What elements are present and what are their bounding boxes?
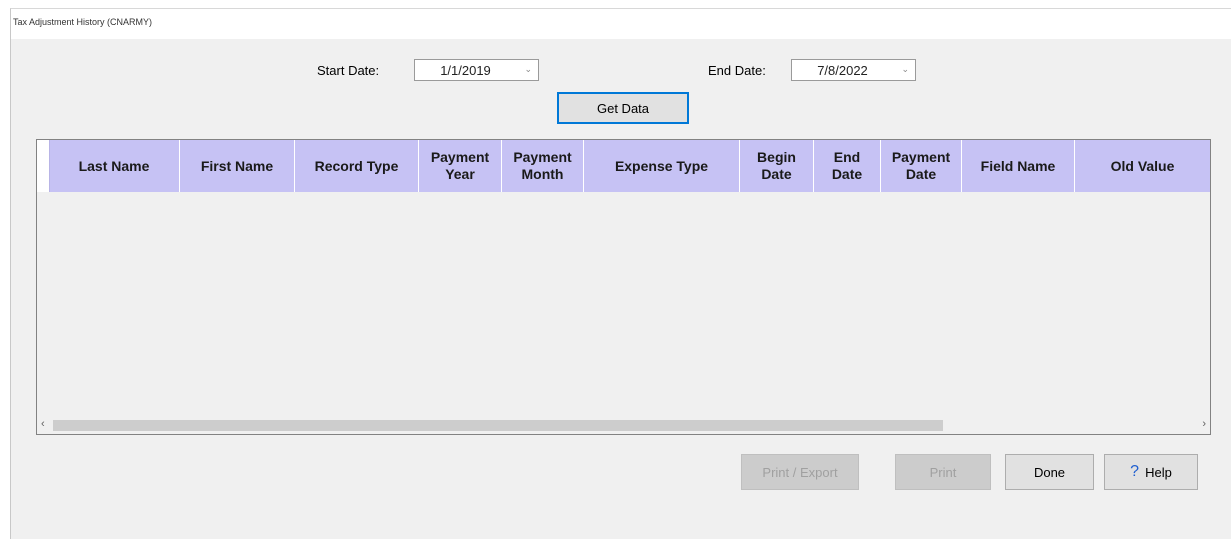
tax-adjustment-history-window: Tax Adjustment History (CNARMY) Start Da…	[10, 8, 1231, 539]
column-header[interactable]: Old Value	[1075, 140, 1210, 192]
column-header[interactable]: Payment Year	[419, 140, 502, 192]
start-date-value: 1/1/2019	[440, 63, 491, 78]
print-export-button[interactable]: Print / Export	[741, 454, 859, 490]
column-header[interactable]: End Date	[814, 140, 881, 192]
chevron-down-icon[interactable]: ⌄	[901, 64, 909, 75]
done-label: Done	[1033, 464, 1066, 480]
adjustment-history-grid[interactable]: Last Name First Name Record Type Payment…	[36, 139, 1211, 435]
horizontal-scrollbar[interactable]: ‹ ›	[37, 417, 1210, 434]
column-header[interactable]: Record Type	[295, 140, 419, 192]
scrollbar-thumb[interactable]	[53, 420, 943, 431]
get-data-button[interactable]: Get Data	[557, 92, 689, 124]
end-date-label: End Date:	[708, 63, 766, 78]
column-header[interactable]: Begin Date	[740, 140, 814, 192]
column-header[interactable]: Expense Type	[584, 140, 740, 192]
print-button[interactable]: Print	[895, 454, 991, 490]
start-date-picker[interactable]: 1/1/2019 ⌄	[414, 59, 539, 81]
start-date-label: Start Date:	[317, 63, 380, 78]
column-header[interactable]: First Name	[180, 140, 295, 192]
help-label: Help	[1145, 464, 1172, 480]
end-date-picker[interactable]: 7/8/2022 ⌄	[791, 59, 916, 81]
help-button[interactable]: ? Help	[1104, 454, 1198, 490]
chevron-right-icon[interactable]: ›	[1202, 418, 1206, 430]
column-header[interactable]: Last Name	[49, 140, 180, 192]
chevron-left-icon[interactable]: ‹	[41, 418, 45, 430]
done-button[interactable]: Done	[1005, 454, 1094, 490]
column-header[interactable]: Payment Date	[881, 140, 962, 192]
chevron-down-icon[interactable]: ⌄	[524, 64, 532, 75]
column-header[interactable]: Payment Month	[502, 140, 584, 192]
window-title: Tax Adjustment History (CNARMY)	[13, 17, 153, 27]
end-date-value: 7/8/2022	[817, 63, 868, 78]
column-header[interactable]: Field Name	[962, 140, 1075, 192]
grid-header: Last Name First Name Record Type Payment…	[37, 140, 1210, 192]
title-bar: Tax Adjustment History (CNARMY)	[11, 9, 1231, 39]
question-mark-icon: ?	[1130, 463, 1140, 480]
